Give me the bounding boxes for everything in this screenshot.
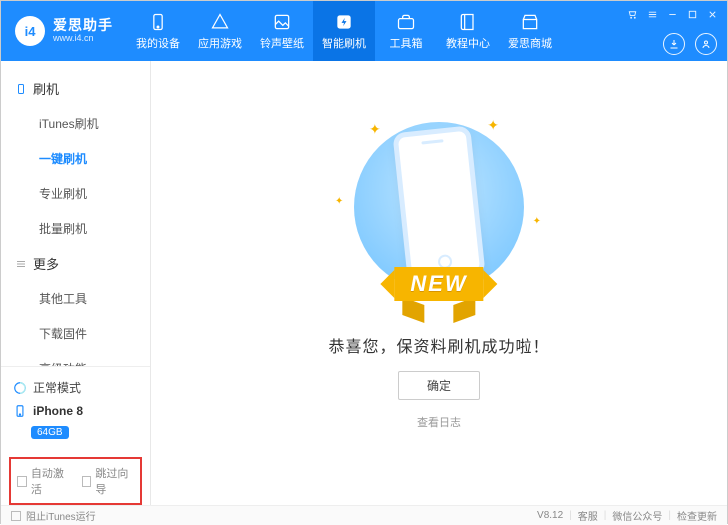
more-icon bbox=[15, 258, 27, 270]
sidebar-item-other-tools[interactable]: 其他工具 bbox=[1, 281, 150, 316]
menu-icon[interactable] bbox=[645, 7, 659, 21]
minimize-icon[interactable] bbox=[665, 7, 679, 21]
version-label: V8.12 bbox=[537, 510, 563, 521]
check-update-link[interactable]: 检查更新 bbox=[677, 508, 717, 523]
confirm-button[interactable]: 确定 bbox=[398, 371, 480, 400]
store-icon bbox=[520, 12, 540, 32]
nav-label: 教程中心 bbox=[446, 35, 490, 51]
nav-toolbox[interactable]: 工具箱 bbox=[375, 1, 437, 61]
nav-label: 我的设备 bbox=[136, 35, 180, 51]
user-button[interactable] bbox=[695, 33, 717, 55]
status-bar: 阻止iTunes运行 V8.12 | 客服 | 微信公众号 | 检查更新 bbox=[1, 505, 727, 525]
maximize-icon[interactable] bbox=[685, 7, 699, 21]
sparkle-icon: ✦ bbox=[533, 216, 541, 227]
ribbon-new: NEW bbox=[394, 267, 483, 301]
success-message: 恭喜您，保资料刷机成功啦！ bbox=[328, 333, 549, 357]
device-name: iPhone 8 bbox=[33, 404, 83, 418]
app-url: www.i4.cn bbox=[53, 34, 113, 44]
nav-ringtones[interactable]: 铃声壁纸 bbox=[251, 1, 313, 61]
main-content: NEW ✦ ✦ ✦ ✦ 恭喜您，保资料刷机成功啦！ 确定 查看日志 bbox=[151, 61, 727, 505]
download-button[interactable] bbox=[663, 33, 685, 55]
mode-label: 正常模式 bbox=[33, 379, 81, 396]
wechat-link[interactable]: 微信公众号 bbox=[612, 508, 662, 523]
success-hero: NEW ✦ ✦ ✦ ✦ bbox=[329, 117, 549, 297]
support-link[interactable]: 客服 bbox=[578, 508, 598, 523]
flash-icon bbox=[334, 12, 354, 32]
sidebar: 刷机 iTunes刷机 一键刷机 专业刷机 批量刷机 更多 其他工具 下载固件 … bbox=[1, 61, 151, 505]
cart-icon[interactable] bbox=[625, 7, 639, 21]
top-nav: 我的设备 应用游戏 铃声壁纸 智能刷机 工具箱 教程中心 爱思商城 bbox=[127, 1, 561, 61]
nav-label: 爱思商城 bbox=[508, 35, 552, 51]
app-title: 爱思助手 bbox=[53, 18, 113, 33]
sparkle-icon: ✦ bbox=[335, 196, 343, 207]
book-icon bbox=[458, 12, 478, 32]
sidebar-item-itunes-flash[interactable]: iTunes刷机 bbox=[1, 106, 150, 141]
opt-label: 跳过向导 bbox=[95, 465, 134, 497]
sidebar-cat-label: 更多 bbox=[33, 254, 59, 273]
phone-outline-icon bbox=[15, 83, 27, 95]
view-log-link[interactable]: 查看日志 bbox=[417, 414, 461, 430]
storage-badge: 64GB bbox=[31, 426, 69, 439]
device-mode[interactable]: 正常模式 bbox=[11, 375, 140, 400]
checkbox-auto-activate[interactable]: 自动激活 bbox=[17, 465, 70, 497]
sidebar-item-batch-flash[interactable]: 批量刷机 bbox=[1, 211, 150, 246]
sparkle-icon: ✦ bbox=[369, 121, 381, 138]
opt-label: 自动激活 bbox=[31, 465, 70, 497]
nav-my-device[interactable]: 我的设备 bbox=[127, 1, 189, 61]
flash-options: 自动激活 跳过向导 bbox=[9, 457, 142, 505]
sidebar-item-advanced[interactable]: 高级功能 bbox=[1, 351, 150, 366]
device-info[interactable]: iPhone 8 64GB bbox=[11, 400, 140, 443]
app-logo: i4 爱思助手 www.i4.cn bbox=[1, 16, 127, 46]
nav-label: 智能刷机 bbox=[322, 35, 366, 51]
toolbox-icon bbox=[396, 12, 416, 32]
sidebar-cat-label: 刷机 bbox=[33, 79, 59, 98]
sidebar-item-one-click-flash[interactable]: 一键刷机 bbox=[1, 141, 150, 176]
nav-label: 应用游戏 bbox=[198, 35, 242, 51]
nav-label: 铃声壁纸 bbox=[260, 35, 304, 51]
nav-apps[interactable]: 应用游戏 bbox=[189, 1, 251, 61]
apps-icon bbox=[210, 12, 230, 32]
nav-tutorials[interactable]: 教程中心 bbox=[437, 1, 499, 61]
checkbox-skip-setup[interactable]: 跳过向导 bbox=[82, 465, 135, 497]
nav-label: 工具箱 bbox=[390, 35, 423, 51]
sidebar-item-pro-flash[interactable]: 专业刷机 bbox=[1, 176, 150, 211]
sidebar-cat-more[interactable]: 更多 bbox=[1, 246, 150, 281]
wallpaper-icon bbox=[272, 12, 292, 32]
logo-badge: i4 bbox=[15, 16, 45, 46]
phone-icon bbox=[148, 12, 168, 32]
status-label: 阻止iTunes运行 bbox=[26, 508, 96, 523]
nav-flash[interactable]: 智能刷机 bbox=[313, 1, 375, 61]
sidebar-item-download-firmware[interactable]: 下载固件 bbox=[1, 316, 150, 351]
checkbox-block-itunes[interactable]: 阻止iTunes运行 bbox=[11, 508, 96, 523]
sparkle-icon: ✦ bbox=[487, 117, 499, 134]
close-icon[interactable] bbox=[705, 7, 719, 21]
sidebar-cat-flash[interactable]: 刷机 bbox=[1, 71, 150, 106]
nav-store[interactable]: 爱思商城 bbox=[499, 1, 561, 61]
